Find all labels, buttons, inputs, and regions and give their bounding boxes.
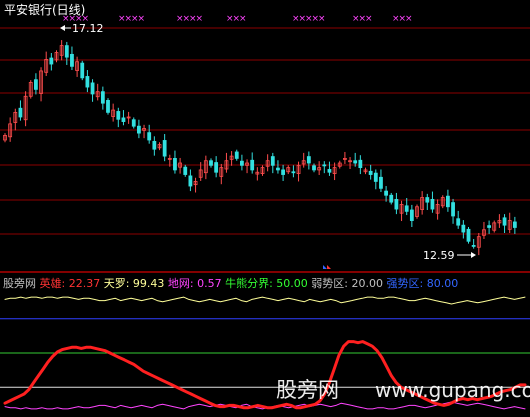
candle-body: [270, 156, 275, 166]
candle-body: [358, 159, 363, 169]
signal-marker: ×: [196, 14, 204, 24]
candle-body: [147, 132, 152, 141]
candle-body: [239, 160, 244, 166]
watermark-text: 股旁网: [276, 378, 339, 402]
indicator-header-item: 弱势区: 20.00: [308, 277, 383, 290]
candle-body: [106, 100, 110, 113]
candle-body: [379, 176, 383, 189]
candle-body: [456, 218, 461, 226]
candle-body: [250, 159, 255, 171]
candle-body: [353, 160, 358, 164]
signal-marker: ×: [318, 14, 326, 24]
signal-marker: ×: [405, 14, 413, 24]
low-price-label: 12.59: [423, 249, 455, 262]
candle-body: [85, 76, 90, 88]
candle-body: [276, 167, 280, 171]
candle-body: [214, 162, 219, 173]
high-price-label: 17.12: [72, 22, 104, 35]
candle-body: [327, 169, 332, 173]
signal-marker: ×: [138, 14, 146, 24]
indicator-header-item: 牛熊分界: 50.00: [222, 276, 308, 290]
candle-body: [64, 45, 69, 58]
candle-body: [425, 197, 430, 203]
candle-body: [100, 91, 105, 104]
candle-body: [487, 225, 492, 228]
candle-body: [209, 160, 213, 166]
candle-body: [461, 224, 466, 233]
candle-body: [430, 198, 435, 210]
watermark: 股旁网 www.gupang.com: [276, 378, 530, 402]
candle-body: [136, 125, 141, 134]
candle-body: [466, 228, 471, 242]
candle-body: [384, 190, 389, 196]
candle-body: [312, 165, 316, 171]
candle-body: [471, 245, 476, 247]
candle-body: [183, 166, 188, 175]
candle-body: [281, 169, 286, 175]
chart-canvas: ×××× ×××× ×××× ××× ××××× ××× ××× 平安银行(日线) 17.1…: [0, 0, 530, 417]
candle-body: [80, 62, 85, 79]
candle-body: [131, 119, 136, 127]
indicator-header-item: 股旁网: [3, 276, 36, 290]
signal-marker: ×: [365, 14, 373, 24]
candle-body: [409, 209, 414, 221]
candle-body: [404, 205, 409, 212]
chart-title: 平安银行(日线): [4, 2, 85, 17]
candle-body: [90, 82, 95, 95]
candle-body: [188, 175, 193, 187]
indicator-header: 股旁网 英雄: 22.37 天罗: 99.43 地网: 0.57 牛熊分界: 5…: [3, 276, 458, 290]
indicator-header-item: 英雄: 22.37: [36, 276, 100, 290]
candle-body: [291, 171, 296, 174]
candle-body: [173, 158, 177, 171]
candle-body: [162, 140, 167, 157]
candle-body: [445, 195, 450, 208]
candle-body: [18, 107, 23, 118]
candle-body: [512, 221, 517, 228]
chart-background: [0, 0, 530, 417]
watermark-url: www.gupang.com: [375, 378, 530, 402]
candle-body: [70, 53, 74, 67]
signal-marker: ×: [239, 14, 247, 24]
candle-body: [322, 164, 327, 167]
candle-body: [394, 198, 399, 210]
candle-body: [373, 172, 378, 182]
candle-body: [34, 79, 38, 90]
indicator-header-item: 地网: 0.57: [164, 277, 221, 290]
candle-body: [116, 111, 121, 120]
indicator-header-item: 天罗: 99.43: [100, 277, 164, 290]
candle-body: [234, 151, 239, 159]
candle-body: [389, 194, 394, 203]
candle-body: [49, 57, 54, 65]
candle-body: [121, 117, 126, 122]
indicator-header-item: 强势区: 80.00: [383, 277, 458, 290]
candle-body: [152, 140, 157, 150]
candle-body: [306, 156, 311, 164]
candle-body: [368, 170, 373, 175]
candle-body: [502, 217, 507, 226]
candle-body: [451, 202, 455, 217]
